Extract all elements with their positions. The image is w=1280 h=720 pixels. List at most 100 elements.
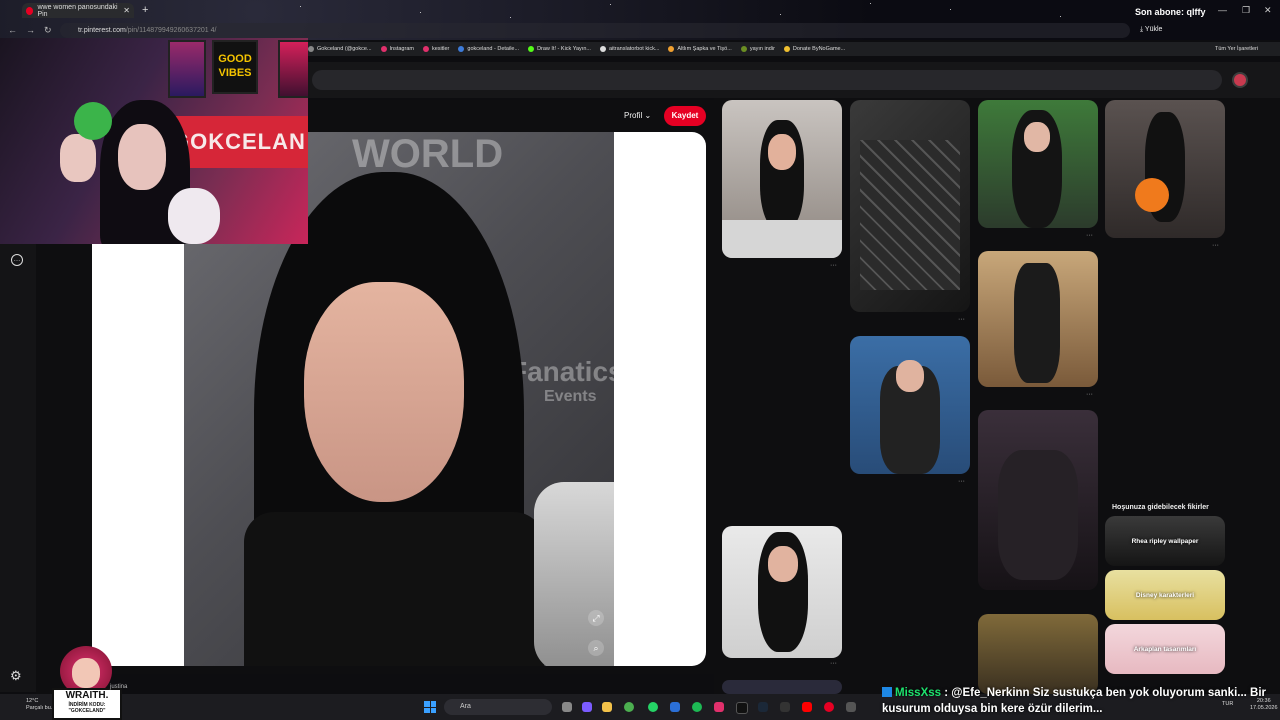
watermark-events: Events (544, 388, 597, 405)
save-button[interactable]: Kaydet (664, 106, 706, 126)
url-domain: tr.pinterest.com (78, 27, 126, 34)
reload-icon[interactable]: ↻ (44, 25, 52, 36)
watermark-world: WORLD (352, 132, 504, 176)
visual-search-icon[interactable]: ⌕ (588, 640, 604, 656)
address-bar[interactable]: tr.pinterest.com/pin/114879949260637201 … (60, 23, 1130, 38)
plush-toy (168, 188, 220, 244)
copilot-icon[interactable] (582, 702, 592, 712)
search-input[interactable] (312, 70, 1222, 90)
pin-frame-left (92, 244, 184, 666)
grid-pin[interactable] (978, 251, 1098, 387)
bookmark-item[interactable]: Instagram (380, 46, 414, 52)
file-explorer-icon[interactable] (602, 702, 612, 712)
grid-pin[interactable] (1105, 100, 1225, 238)
profile-avatar[interactable] (1232, 72, 1248, 88)
tab-title: wwe women panosundaki Pin (37, 3, 118, 18)
bookmark-item[interactable]: Gokceland (@gokce... (308, 46, 372, 52)
bookmark-item[interactable]: yayın indir (740, 46, 775, 52)
bookmark-label: Donate ByNoGame... (792, 46, 846, 52)
bookmark-favicon-icon (380, 46, 387, 52)
grid-pin[interactable] (978, 100, 1098, 228)
new-tab-button[interactable]: + (142, 4, 148, 16)
grid-pin[interactable] (722, 526, 842, 658)
youtube-icon[interactable] (802, 702, 812, 712)
bookmark-item[interactable]: gokceland - Detaile... (458, 46, 519, 52)
close-tab-icon[interactable]: ✕ (123, 6, 130, 15)
sponsor-box: WRAITH. İNDİRİM KODU: "GOKCELAND" (52, 688, 122, 720)
more-options-icon[interactable]: ··· (1086, 232, 1093, 239)
browser-tab[interactable]: wwe women panosundaki Pin ✕ (22, 3, 134, 18)
idea-chip[interactable]: Arkaplan tasarımları (1105, 624, 1225, 674)
more-options-icon[interactable]: ··· (830, 660, 837, 667)
more-options-icon[interactable]: ··· (1086, 391, 1093, 398)
bookmarks-bar: Gokceland (@gokce... Instagram kesitler gok… (308, 42, 1280, 56)
more-options-icon[interactable]: ··· (830, 262, 837, 269)
minimize-icon[interactable]: — (1218, 5, 1227, 15)
back-icon[interactable]: ← (8, 25, 17, 35)
bookmark-favicon-icon (599, 46, 606, 52)
pin-frame-right (612, 132, 706, 666)
bookmark-item[interactable]: Altlım Şapka ve Tişö... (668, 46, 732, 52)
bookmark-item[interactable]: Draw It! - Kick Yayın... (528, 46, 591, 52)
messages-icon[interactable]: … (11, 254, 23, 266)
discount-code: İNDİRİM KODU: "GOKCELAND" (68, 702, 106, 714)
bookmark-label: kesitler (431, 46, 450, 52)
pin-author: justina (110, 684, 128, 690)
capcut-icon[interactable] (780, 702, 790, 712)
url-path: /pin/114879949260637201 4/ (125, 27, 217, 34)
expand-icon[interactable]: ⤢ (588, 610, 604, 626)
grid-pin[interactable] (978, 410, 1098, 590)
all-bookmarks-button[interactable]: Tüm Yer İşaretleri (1215, 46, 1258, 52)
idea-chip[interactable]: Disney karakterleri (1105, 570, 1225, 620)
sponsor-name: WRAITH. (65, 690, 109, 701)
avatar-face (72, 658, 100, 688)
profile-dropdown[interactable]: Profil ⌄ (624, 111, 651, 120)
wall-poster (168, 40, 206, 98)
bookmark-item[interactable]: kesitler (422, 46, 450, 52)
photoshop-icon[interactable] (670, 702, 680, 712)
task-view-icon[interactable] (562, 702, 572, 712)
taskbar-search[interactable]: Ara (444, 699, 552, 715)
webcam-overlay: GOOD VIBES GOKCELAN (0, 38, 308, 244)
more-options-icon[interactable]: ··· (958, 478, 965, 485)
good-vibes-poster: GOOD VIBES (212, 40, 258, 94)
grid-pin[interactable] (850, 336, 970, 474)
upload-button[interactable]: ⤓ Yükle (1140, 26, 1162, 34)
grid-pin[interactable] (722, 680, 842, 694)
maximize-icon[interactable]: ❐ (1242, 5, 1250, 16)
wall-poster (278, 40, 308, 98)
grid-pin[interactable] (722, 100, 842, 258)
person-top (244, 512, 544, 666)
streamer-hand (60, 134, 96, 182)
watermark-fanatics: Fanatics (510, 356, 614, 387)
bookmark-favicon-icon (783, 46, 790, 52)
chrome-icon[interactable] (624, 702, 634, 712)
grid-pin[interactable] (850, 100, 970, 312)
idea-chip[interactable]: Rhea ripley wallpaper (1105, 516, 1225, 566)
more-options-icon[interactable]: ··· (958, 316, 965, 323)
app-icon[interactable] (846, 702, 856, 712)
windows-start-icon[interactable] (424, 701, 436, 713)
bookmark-item[interactable]: Donate ByNoGame... (783, 46, 846, 52)
bookmark-label: aitranslatorbot kick... (608, 46, 660, 52)
instagram-icon[interactable] (714, 702, 724, 712)
tiktok-icon[interactable] (736, 702, 748, 714)
bookmark-label: Altlım Şapka ve Tişö... (677, 46, 732, 52)
bookmark-label: Instagram (389, 46, 414, 52)
steam-icon[interactable] (758, 702, 768, 712)
bookmark-label: Gokceland (@gokce... (317, 46, 372, 52)
whatsapp-icon[interactable] (648, 702, 658, 712)
last-subscriber: Son abone: qlffy (1135, 7, 1206, 17)
close-window-icon[interactable]: ✕ (1264, 5, 1272, 16)
ideas-title: Hoşunuza gidebilecek fikirler (1112, 504, 1209, 511)
forward-icon[interactable]: → (26, 25, 35, 35)
bookmark-item[interactable]: aitranslatorbot kick... (599, 46, 660, 52)
grid-pin[interactable] (978, 614, 1098, 694)
pinterest-app-icon[interactable] (824, 702, 834, 712)
person-face (304, 282, 464, 502)
settings-gear-icon[interactable]: ⚙ (10, 668, 22, 684)
spotify-icon[interactable] (692, 702, 702, 712)
bookmark-favicon-icon (458, 46, 465, 52)
more-options-icon[interactable]: ··· (1212, 242, 1219, 249)
bookmark-favicon-icon (668, 46, 675, 52)
